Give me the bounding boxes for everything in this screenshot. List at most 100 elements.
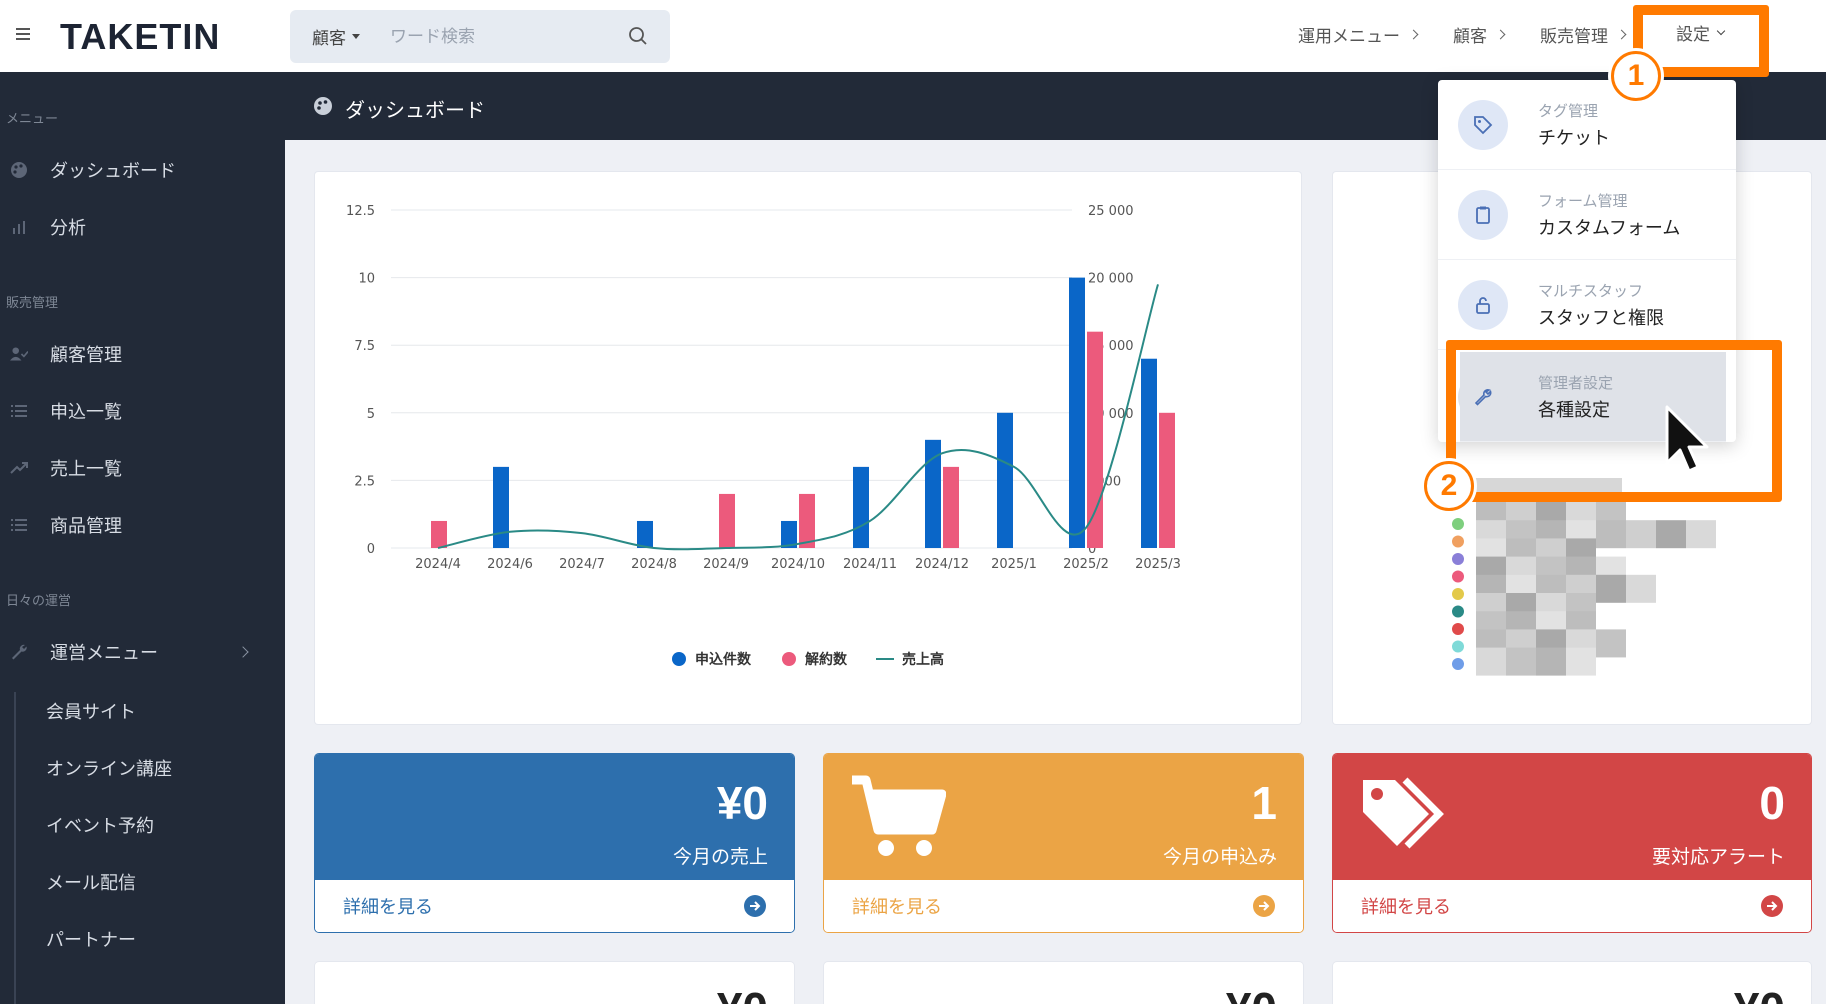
highlight-box-admin-settings bbox=[1446, 340, 1782, 502]
cart-icon bbox=[852, 775, 946, 856]
sidebar-subitem-online-course[interactable]: オンライン講座 bbox=[46, 755, 172, 781]
sidebar-item-label: ダッシュボード bbox=[50, 161, 176, 182]
x-tick-label: 2024/4 bbox=[415, 557, 461, 572]
tag-icon bbox=[1363, 777, 1444, 849]
dropdown-item-ticket[interactable]: タグ管理 チケット bbox=[1438, 80, 1736, 170]
blurred-cell bbox=[1506, 647, 1536, 676]
y-left-tick-label: 12.5 bbox=[346, 204, 375, 219]
legend-dot bbox=[1452, 658, 1464, 670]
stat-card-bottom: ¥0 bbox=[1333, 962, 1811, 1004]
detail-link-label: 詳細を見る bbox=[1361, 897, 1451, 918]
step-badge-2: 2 bbox=[1424, 461, 1474, 511]
sidebar-item-products[interactable]: 商品管理 bbox=[10, 509, 122, 541]
bar-applications bbox=[493, 466, 509, 548]
sidebar-item-applications[interactable]: 申込一覧 bbox=[10, 395, 122, 427]
hamburger-menu-icon[interactable] bbox=[16, 28, 30, 40]
tag-icon bbox=[1458, 100, 1508, 150]
logo[interactable]: TAKETIN bbox=[60, 16, 220, 58]
dropdown-item-sub: マルチスタッフ bbox=[1538, 282, 1644, 300]
top-nav: 運用メニュー 顧客 販売管理 設定 bbox=[1298, 22, 1726, 47]
sidebar-item-customers[interactable]: 顧客管理 bbox=[10, 338, 122, 370]
x-tick-label: 2024/7 bbox=[559, 557, 605, 572]
palette-icon bbox=[10, 161, 28, 179]
sidebar-subitem-partner[interactable]: パートナー bbox=[46, 926, 136, 952]
sidebar-item-sales[interactable]: 売上一覧 bbox=[10, 452, 122, 484]
nav-label: 運用メニュー bbox=[1298, 27, 1400, 47]
chevron-right-icon bbox=[1495, 29, 1506, 40]
x-tick-label: 2024/6 bbox=[487, 557, 533, 572]
blurred-cell bbox=[1626, 574, 1656, 603]
sidebar-item-operation-menu[interactable]: 運営メニュー bbox=[10, 636, 275, 668]
blurred-cell bbox=[1686, 520, 1716, 549]
nav-operation-menu[interactable]: 運用メニュー bbox=[1298, 22, 1419, 47]
blurred-cell bbox=[1566, 647, 1596, 676]
stat-value: ¥0 bbox=[716, 777, 768, 829]
dropdown-item-main: カスタムフォーム bbox=[1538, 218, 1681, 239]
search-icon[interactable] bbox=[628, 26, 648, 46]
x-tick-label: 2024/8 bbox=[631, 557, 677, 572]
section-title-sales: 販売管理 bbox=[6, 296, 59, 311]
lock-icon bbox=[1458, 280, 1508, 330]
y-left-tick-label: 7.5 bbox=[354, 339, 375, 354]
stat-card-sales: ¥0 今月の売上 詳細を見る bbox=[315, 754, 794, 932]
sidebar-subitem-member-site[interactable]: 会員サイト bbox=[46, 698, 136, 724]
bar-applications bbox=[997, 412, 1013, 548]
nav-customer[interactable]: 顧客 bbox=[1453, 22, 1506, 47]
blurred-cell bbox=[1626, 520, 1656, 549]
sidebar-subitem-mail[interactable]: メール配信 bbox=[46, 869, 136, 895]
sidebar-item-label: 申込一覧 bbox=[50, 402, 122, 423]
sidebar-item-label: 運営メニュー bbox=[50, 643, 158, 664]
stat-label: 要対応アラート bbox=[1651, 846, 1785, 868]
legend-dot bbox=[1452, 623, 1464, 635]
legend-label: 売上高 bbox=[902, 651, 944, 668]
list-icon bbox=[10, 516, 28, 534]
search-bar: 顧客 bbox=[290, 10, 670, 63]
bar-applications bbox=[925, 439, 941, 548]
dropdown-item-custom-form[interactable]: フォーム管理 カスタムフォーム bbox=[1438, 170, 1736, 260]
y-left-tick-label: 10 bbox=[358, 272, 375, 287]
legend-marker bbox=[782, 652, 796, 666]
dropdown-item-staff[interactable]: マルチスタッフ スタッフと権限 bbox=[1438, 260, 1736, 350]
bar-cancellations bbox=[943, 466, 959, 548]
blurred-cell bbox=[1536, 647, 1566, 676]
sidebar-item-label: 分析 bbox=[50, 218, 86, 239]
stat-card-applications: 1 今月の申込み 詳細を見る bbox=[824, 754, 1303, 932]
stat-label: 今月の売上 bbox=[672, 846, 768, 868]
stat-value: ¥0 bbox=[1734, 982, 1785, 1004]
legend-dot bbox=[1452, 605, 1464, 618]
stat-card-bottom: ¥0 bbox=[315, 962, 794, 1004]
sidebar-item-label: 商品管理 bbox=[50, 516, 122, 537]
sidebar-item-analysis[interactable]: 分析 bbox=[10, 211, 86, 243]
wrench-icon bbox=[10, 643, 28, 661]
caret-down-icon bbox=[352, 34, 360, 39]
legend-dot bbox=[1452, 588, 1464, 600]
search-type-select[interactable]: 顧客 bbox=[312, 24, 360, 49]
search-input[interactable] bbox=[390, 26, 600, 47]
detail-link[interactable]: 詳細を見る bbox=[315, 880, 794, 932]
dropdown-item-main: チケット bbox=[1538, 128, 1610, 149]
chevron-right-icon bbox=[1616, 29, 1627, 40]
nav-label: 顧客 bbox=[1453, 27, 1487, 47]
sidebar-subitem-event-booking[interactable]: イベント予約 bbox=[46, 812, 154, 838]
detail-link[interactable]: 詳細を見る bbox=[1333, 880, 1811, 932]
bar-chart-icon bbox=[10, 218, 28, 236]
blurred-legend-list bbox=[1452, 478, 1722, 682]
clipboard-icon bbox=[1458, 190, 1508, 240]
sidebar-item-dashboard[interactable]: ダッシュボード bbox=[10, 154, 176, 186]
legend-label: 解約数 bbox=[805, 651, 848, 668]
line-sales bbox=[437, 284, 1159, 551]
chart-card: 0 0 2.5 5000 5 10 000 7.5 15 000 10 20 000 12.5 25 … bbox=[315, 172, 1301, 724]
dropdown-item-sub: タグ管理 bbox=[1538, 102, 1599, 120]
bar-applications bbox=[853, 466, 869, 548]
stat-value: 1 bbox=[1251, 777, 1277, 829]
dropdown-item-main: スタッフと権限 bbox=[1538, 308, 1664, 329]
detail-link-label: 詳細を見る bbox=[852, 897, 942, 918]
detail-link[interactable]: 詳細を見る bbox=[824, 880, 1303, 932]
blurred-cell bbox=[1476, 647, 1506, 676]
bar-applications bbox=[1069, 277, 1085, 548]
sidebar-item-label: 売上一覧 bbox=[50, 459, 122, 480]
nav-label: 販売管理 bbox=[1540, 27, 1608, 47]
mouse-cursor-icon bbox=[1665, 405, 1709, 473]
chevron-right-icon bbox=[1408, 29, 1419, 40]
nav-sales-management[interactable]: 販売管理 bbox=[1540, 22, 1627, 47]
